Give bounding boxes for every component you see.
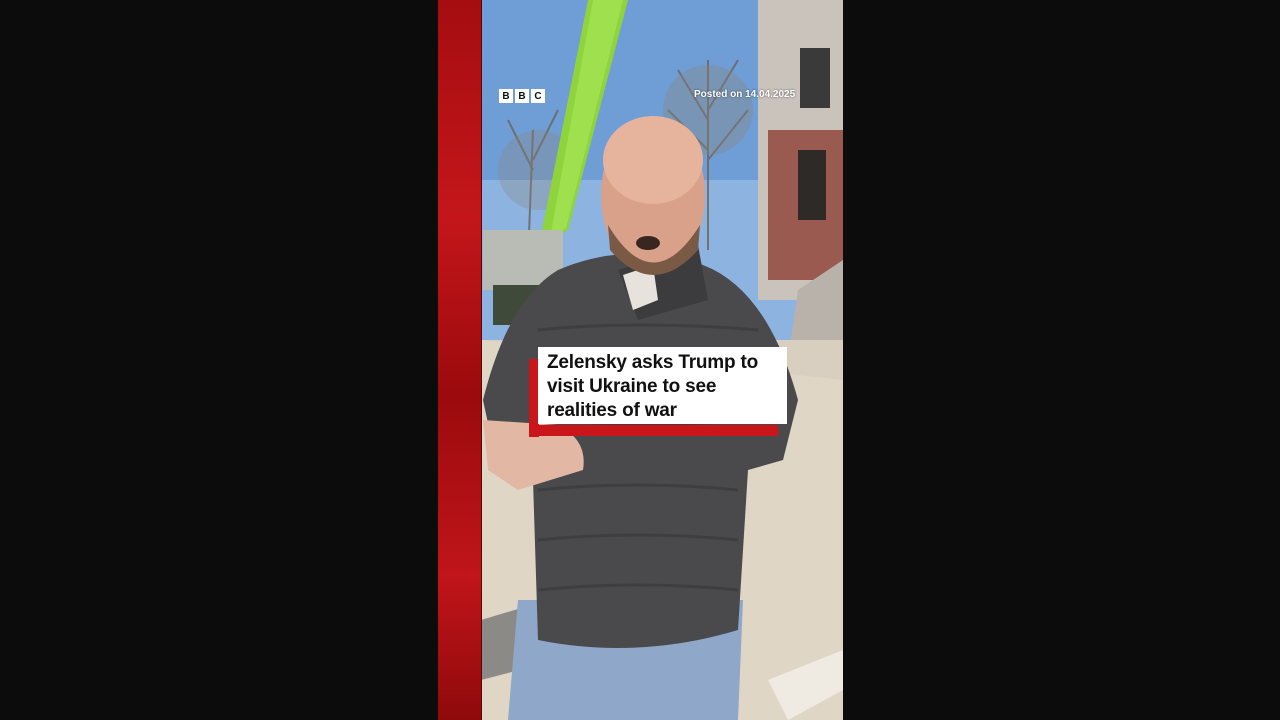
headline-box: Zelensky asks Trump to visit Ukraine to …	[538, 347, 787, 424]
posted-date: Posted on 14.04.2025	[694, 89, 796, 100]
logo-letter: C	[531, 89, 545, 103]
headline-caption: Zelensky asks Trump to visit Ukraine to …	[529, 347, 787, 437]
bbc-logo-icon: B B C	[499, 89, 545, 103]
video-player[interactable]: B B C Posted on 14.04.2025 Zelensky asks…	[438, 0, 843, 720]
logo-letter: B	[515, 89, 529, 103]
logo-letter: B	[499, 89, 513, 103]
headline-underline	[529, 425, 778, 436]
headline-text: Zelensky asks Trump to visit Ukraine to …	[547, 352, 759, 421]
